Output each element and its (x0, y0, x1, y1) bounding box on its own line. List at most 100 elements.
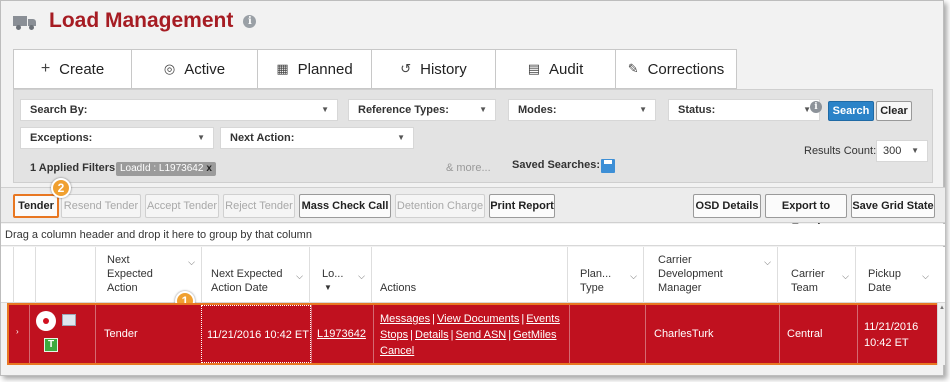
expand-arrow-icon[interactable]: › (16, 327, 19, 336)
details-link[interactable]: Details (415, 329, 449, 341)
next-action-select[interactable]: Next Action: ▼ (220, 127, 414, 149)
view-documents-link[interactable]: View Documents (437, 313, 519, 325)
pickup-time-line: 10:42 ET (864, 337, 909, 349)
tab-active[interactable]: ◎ Active (131, 49, 257, 89)
column-header-carrier-development-manager[interactable]: Carrier Development Manager ⌵ (643, 247, 777, 303)
reference-types-select[interactable]: Reference Types: ▼ (348, 99, 496, 121)
print-report-button[interactable]: Print Report (489, 194, 555, 218)
tab-audit[interactable]: ▤ Audit (495, 49, 615, 89)
caret-down-icon: ▼ (911, 146, 919, 155)
remove-filter-icon[interactable]: x (206, 163, 212, 174)
tab-label: Corrections (647, 60, 725, 78)
column-header-actions: Actions (371, 247, 567, 303)
column-header-load[interactable]: Lo... ▼ ⌵ (309, 247, 371, 303)
chevron-down-icon[interactable]: ⌵ (842, 269, 849, 283)
grid-scrollbar[interactable]: ▲ (937, 303, 945, 365)
alert-burst-icon[interactable] (38, 313, 54, 329)
accept-tender-button[interactable]: Accept Tender (145, 194, 219, 218)
mass-check-call-button[interactable]: Mass Check Call (299, 194, 391, 218)
applied-filter-chip[interactable]: LoadId : L1973642 x (116, 162, 216, 176)
getmiles-link[interactable]: GetMiles (513, 329, 556, 341)
header-line: Carrier (658, 254, 692, 266)
clear-button[interactable]: Clear (876, 101, 912, 121)
header-line: Development (658, 268, 723, 280)
status-label: Status: (678, 104, 716, 116)
chevron-down-icon[interactable]: ⌵ (764, 255, 771, 269)
pickup-date-value: 11/21/2016 10:42 ET (864, 319, 918, 351)
tender-status-icon[interactable]: T (44, 338, 58, 352)
manager-value: CharlesTurk (654, 328, 714, 340)
tab-planned[interactable]: ▦ Planned (257, 49, 371, 89)
column-header-plan-type[interactable]: Plan... Type ⌵ (567, 247, 643, 303)
header-line: Manager (658, 282, 702, 294)
table-row[interactable]: › T Tender 11/21/2016 10:42 ET L1973642 … (7, 303, 939, 365)
chevron-down-icon[interactable]: ⌵ (630, 269, 637, 283)
status-select[interactable]: Status: ▼ (668, 99, 820, 121)
header-line: Expected (107, 268, 153, 280)
cell-next-action: Tender (95, 305, 201, 363)
results-count-select[interactable]: 300 ▼ (876, 140, 928, 162)
tender-button[interactable]: Tender (13, 194, 59, 218)
events-link[interactable]: Events (526, 313, 560, 325)
tab-label: Active (184, 60, 226, 78)
column-header-next-expected-action-date[interactable]: Next Expected Action Date ⌵ (201, 247, 309, 303)
search-by-label: Search By: (30, 104, 88, 116)
cancel-link[interactable]: Cancel (380, 345, 414, 357)
exceptions-select[interactable]: Exceptions: ▼ (20, 127, 214, 149)
load-id-link[interactable]: L1973642 (317, 328, 366, 340)
modes-select[interactable]: Modes: ▼ (508, 99, 656, 121)
search-by-select[interactable]: Search By: ▼ (20, 99, 338, 121)
caret-down-icon: ▼ (639, 105, 647, 114)
header-line: Next (107, 254, 130, 266)
osd-details-button[interactable]: OSD Details (693, 194, 761, 218)
stops-link[interactable]: Stops (380, 329, 408, 341)
cell-pickup-date: 11/21/2016 10:42 ET (857, 305, 937, 363)
caret-down-icon: ▼ (803, 105, 811, 114)
row-expand-cell[interactable]: › (9, 305, 29, 363)
plus-icon: + (40, 60, 51, 77)
messages-link[interactable]: Messages (380, 313, 430, 325)
history-icon: ↺ (400, 61, 412, 76)
more-link[interactable]: & more... (446, 162, 491, 174)
save-grid-state-button[interactable]: Save Grid State (851, 194, 935, 218)
search-button[interactable]: Search (828, 101, 874, 121)
save-icon[interactable] (601, 159, 615, 173)
group-by-bar[interactable]: Drag a column header and drop it here to… (1, 224, 945, 246)
grid-header: Next Expected Action ⌵ Next Expected Act… (1, 247, 945, 303)
tab-history[interactable]: ↺ History (371, 49, 495, 89)
chip-label: LoadId : L1973642 (120, 163, 204, 174)
icons-column-header (35, 247, 95, 303)
next-action-label: Next Action: (230, 132, 295, 144)
applied-filters-label: 1 Applied Filters: (30, 162, 119, 174)
header-line: Plan... (580, 268, 612, 280)
chevron-down-icon[interactable]: ⌵ (358, 269, 365, 283)
header-line: Team (791, 282, 818, 294)
tab-corrections[interactable]: ✎ Corrections (615, 49, 737, 89)
export-excel-button[interactable]: Export to Excel (765, 194, 847, 234)
chevron-down-icon[interactable]: ⌵ (188, 255, 195, 269)
cell-load-id: L1973642 (311, 305, 373, 363)
chevron-down-icon[interactable]: ⌵ (922, 269, 929, 283)
documents-icon[interactable] (62, 314, 76, 326)
calendar-icon: ▦ (276, 61, 289, 76)
reject-tender-button[interactable]: Reject Tender (223, 194, 295, 218)
header-line: Date (868, 282, 892, 294)
tab-create[interactable]: + Create (13, 49, 131, 89)
header-line: Action Date (211, 282, 268, 294)
tab-label: Planned (297, 60, 353, 78)
send-asn-link[interactable]: Send ASN (455, 329, 506, 341)
next-action-date-value: 11/21/2016 10:42 ET (207, 329, 309, 341)
resend-tender-button[interactable]: Resend Tender (61, 194, 141, 218)
page-title: Load Management (49, 9, 234, 32)
cell-next-action-date: 11/21/2016 10:42 ET (201, 305, 311, 363)
chevron-down-icon[interactable]: ⌵ (296, 269, 303, 283)
scroll-up-icon[interactable]: ▲ (939, 305, 945, 311)
next-action-value: Tender (104, 328, 138, 340)
column-header-carrier-team[interactable]: Carrier Team ⌵ (777, 247, 855, 303)
page-header: Load Management i (13, 6, 257, 36)
column-header-pickup-date[interactable]: Pickup Date ⌵ (855, 247, 935, 303)
detention-charge-button[interactable]: Detention Charge (395, 194, 485, 218)
info-icon[interactable]: i (243, 14, 257, 28)
cell-plan-type (569, 305, 645, 363)
info-icon[interactable]: i (810, 101, 822, 113)
